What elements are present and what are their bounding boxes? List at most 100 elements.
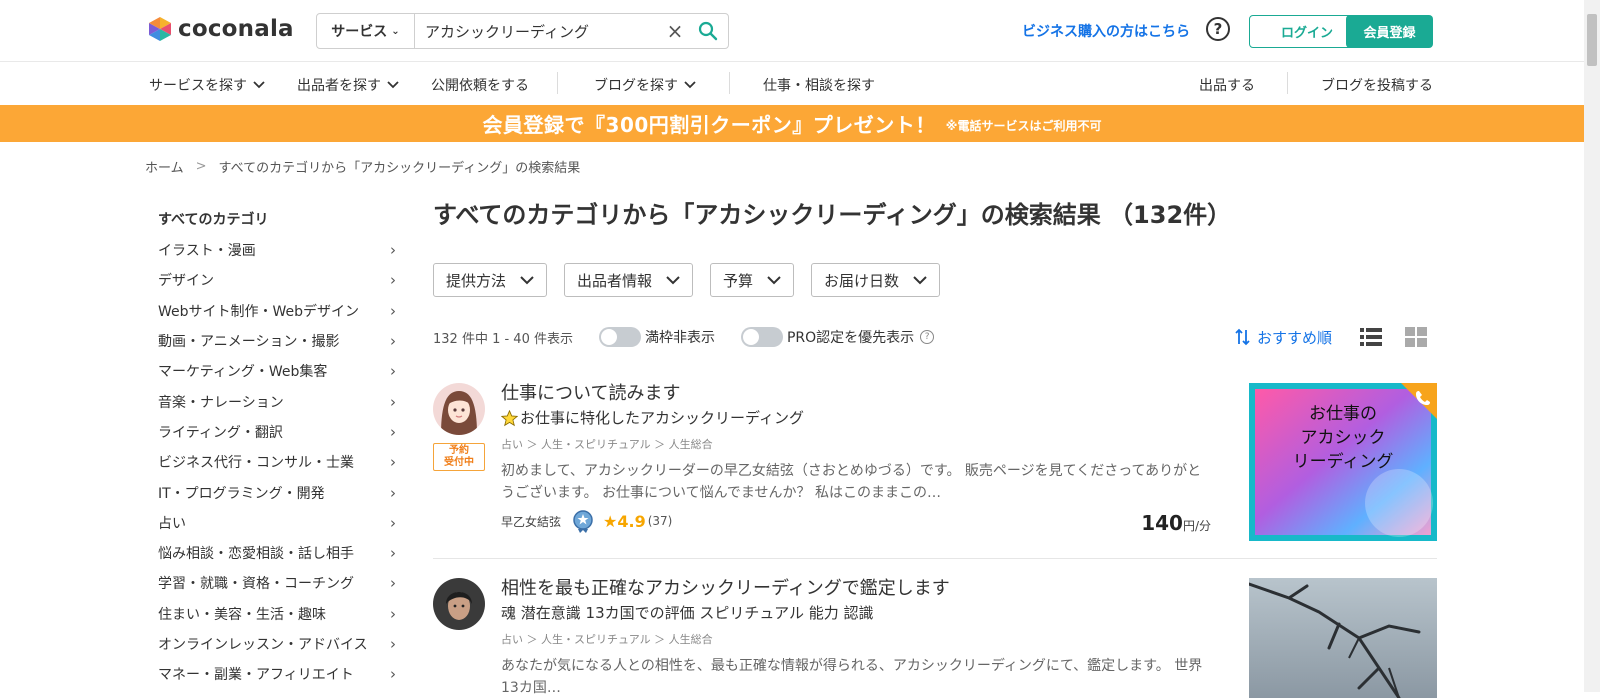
sidebar-category-item[interactable]: 学習・就職・資格・コーチング › [158, 568, 398, 598]
sidebar-category-item[interactable]: デザイン › [158, 265, 398, 295]
chevron-down-icon [253, 81, 265, 89]
nav-label: サービスを探す [149, 78, 247, 94]
card-description: あなたが気になる人との相性を、最も正確な情報が得られる、アカシックリーディングに… [501, 658, 1203, 696]
avatar[interactable] [433, 383, 485, 435]
sidebar-category-label: Webサイト制作・Webデザイン [158, 303, 360, 320]
business-purchase-link[interactable]: ビジネス購入の方はこちら [1022, 21, 1190, 41]
sidebar-category-item[interactable]: イラスト・漫画 › [158, 235, 398, 265]
filter-delivery-days[interactable]: お届け日数 [811, 263, 941, 297]
card-category[interactable]: 占い ＞ 人生・スピリチュアル ＞ 人生総合 [501, 436, 1213, 452]
nav-divider [1287, 72, 1288, 94]
coupon-banner[interactable]: 会員登録で『300円割引クーポン』プレゼント！ ※電話サービスはご利用不可 [0, 105, 1584, 142]
sidebar-category-label: 動画・アニメーション・撮影 [158, 334, 340, 351]
search-icon [698, 21, 718, 41]
sidebar-category-item[interactable]: Webサイト制作・Webデザイン › [158, 296, 398, 326]
sort-select[interactable]: おすすめ順 [1235, 327, 1332, 348]
reservation-badge: 予約 受付中 [433, 443, 485, 471]
seller-name[interactable]: 早乙女結弦 [501, 513, 561, 530]
clear-icon[interactable]: × [662, 19, 688, 43]
sidebar-category-item[interactable]: ライティング・翻訳 › [158, 417, 398, 447]
sidebar-category-item[interactable]: 占い › [158, 508, 398, 538]
chevron-right-icon: › [390, 392, 396, 411]
sidebar-category-item[interactable]: 動画・アニメーション・撮影 › [158, 326, 398, 356]
filter-label: 出品者情報 [577, 271, 653, 290]
toggle-hide-full[interactable]: 満枠非表示 [598, 327, 715, 347]
chevron-right-icon: › [390, 513, 396, 532]
sidebar-category-label: ライティング・翻訳 [158, 424, 283, 441]
rating-value: ★4.9 [603, 511, 646, 531]
sidebar-category-item[interactable]: マネー・副業・アフィリエイト › [158, 659, 398, 689]
sidebar-category-item[interactable]: マーケティング・Web集客 › [158, 356, 398, 386]
filter-label: 予算 [723, 271, 754, 290]
sidebar-category-label: オンラインレッスン・アドバイス [158, 637, 368, 653]
search-input[interactable] [415, 14, 662, 48]
chevron-right-icon: › [390, 301, 396, 320]
card-title[interactable]: 仕事について読みます [501, 382, 1213, 406]
svg-text:アカシック: アカシック [1301, 428, 1386, 448]
search-scope-select[interactable]: サービス ⌄ [317, 14, 415, 48]
breadcrumb-home[interactable]: ホーム [145, 157, 184, 176]
thumbnail-image [1249, 578, 1437, 698]
sidebar-category-item[interactable]: 悩み相談・恋愛相談・話し相手 › [158, 538, 398, 568]
title-category: すべてのカテゴリ [433, 201, 623, 229]
info-icon[interactable]: ? [920, 330, 935, 344]
chevron-right-icon: › [390, 635, 396, 653]
nav-find-jobs[interactable]: 仕事・相談を探す [763, 75, 875, 95]
sidebar-category-label: IT・プログラミング・開発 [158, 485, 325, 502]
sidebar-category-item[interactable]: 住まい・美容・生活・趣味 › [158, 599, 398, 629]
nav-find-blogs[interactable]: ブログを探す [594, 75, 696, 95]
sidebar-category-label: マーケティング・Web集客 [158, 364, 328, 381]
scrollbar-thumb[interactable] [1587, 14, 1597, 66]
global-nav: サービスを探す 出品者を探す 公開依頼をする ブログを探す 仕事・相談を探す 出… [0, 62, 1584, 105]
chevron-down-icon [387, 81, 399, 89]
rating: ★4.9 (37) [603, 512, 672, 531]
filter-budget[interactable]: 予算 [710, 263, 795, 297]
sidebar-category-item[interactable]: オンラインレッスン・アドバイス › [158, 629, 398, 659]
filter-seller-info[interactable]: 出品者情報 [564, 263, 694, 297]
toggle-switch[interactable] [598, 327, 641, 347]
card-title[interactable]: 相性を最も正確なアカシックリーディングで鑑定します [501, 577, 1213, 601]
logo[interactable]: coconala [148, 16, 294, 42]
chevron-right-icon: › [390, 544, 396, 563]
help-icon[interactable]: ? [1206, 17, 1230, 41]
sort-label: おすすめ順 [1256, 328, 1332, 347]
nav-sell[interactable]: 出品する [1199, 75, 1255, 95]
scrollbar[interactable] [1584, 0, 1600, 692]
nav-label: 出品者を探す [297, 78, 381, 94]
nav-find-services[interactable]: サービスを探す [149, 75, 265, 95]
result-count: 132 件中 1 - 40 件表示 [433, 331, 573, 347]
sidebar-category-item[interactable]: IT・プログラミング・開発 › [158, 477, 398, 507]
sidebar-category-item[interactable]: ビジネス代行・コンサル・士業 › [158, 447, 398, 477]
chevron-down-icon [913, 275, 927, 284]
sidebar-category-item[interactable]: 音楽・ナレーション › [158, 386, 398, 416]
filter-bar: 提供方法 出品者情報 予算 お届け日数 [433, 263, 957, 297]
sidebar-title[interactable]: すべてのカテゴリ [158, 205, 398, 235]
service-card[interactable]: 予約 受付中 仕事について読みます お仕事に特化したアカシックリーディング 占い … [433, 383, 1437, 559]
service-thumbnail[interactable]: お仕事の アカシック リーディング [1249, 383, 1437, 541]
chevron-right-icon: › [390, 332, 396, 351]
service-thumbnail[interactable] [1249, 578, 1437, 698]
nav-label: 仕事・相談を探す [763, 78, 875, 94]
chevron-down-icon [520, 275, 534, 284]
register-button[interactable]: 会員登録 [1346, 15, 1433, 48]
nav-label: 出品する [1199, 78, 1255, 94]
chevron-right-icon: › [390, 483, 396, 502]
list-view-icon[interactable] [1360, 327, 1382, 347]
toggle-switch[interactable] [740, 327, 783, 347]
banner-note: ※電話サービスはご利用不可 [945, 119, 1102, 133]
chevron-down-icon [666, 275, 680, 284]
service-card[interactable]: 相性を最も正確なアカシックリーディングで鑑定します 魂 潜在意識 13カ国での評… [433, 578, 1437, 698]
breadcrumb-current: すべてのカテゴリから「アカシックリーディング」の検索結果 [218, 161, 581, 176]
grid-view-icon[interactable] [1405, 327, 1427, 347]
card-subtitle: お仕事に特化したアカシックリーディング [501, 406, 1213, 430]
search-button[interactable] [688, 21, 728, 41]
toggle-pro-priority[interactable]: PRO認定を優先表示 ? [740, 327, 935, 347]
card-body: 相性を最も正確なアカシックリーディングで鑑定します 魂 潜在意識 13カ国での評… [501, 577, 1213, 699]
filter-delivery-method[interactable]: 提供方法 [433, 263, 548, 297]
avatar[interactable] [433, 578, 485, 630]
nav-post-blog[interactable]: ブログを投稿する [1321, 75, 1433, 95]
nav-public-request[interactable]: 公開依頼をする [431, 75, 529, 95]
nav-find-sellers[interactable]: 出品者を探す [297, 75, 399, 95]
card-category[interactable]: 占い ＞ 人生・スピリチュアル ＞ 人生総合 [501, 631, 1213, 647]
card-subtitle: 魂 潜在意識 13カ国での評価 スピリチュアル 能力 認識 [501, 601, 1213, 625]
